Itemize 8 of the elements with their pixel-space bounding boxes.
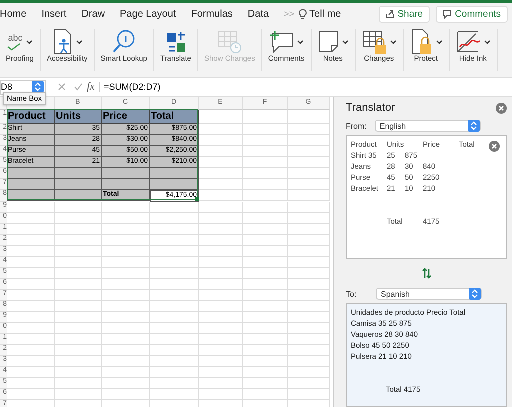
to-label: To: (346, 290, 358, 298)
header-cell: Total (150, 110, 199, 124)
header-cell: Units (55, 110, 102, 124)
from-label: From: (346, 122, 367, 130)
header-cell: Product (7, 110, 55, 124)
header-cell: Price (102, 110, 150, 124)
icon-text: abc (8, 34, 23, 42)
panel-title: Translator (346, 102, 396, 114)
